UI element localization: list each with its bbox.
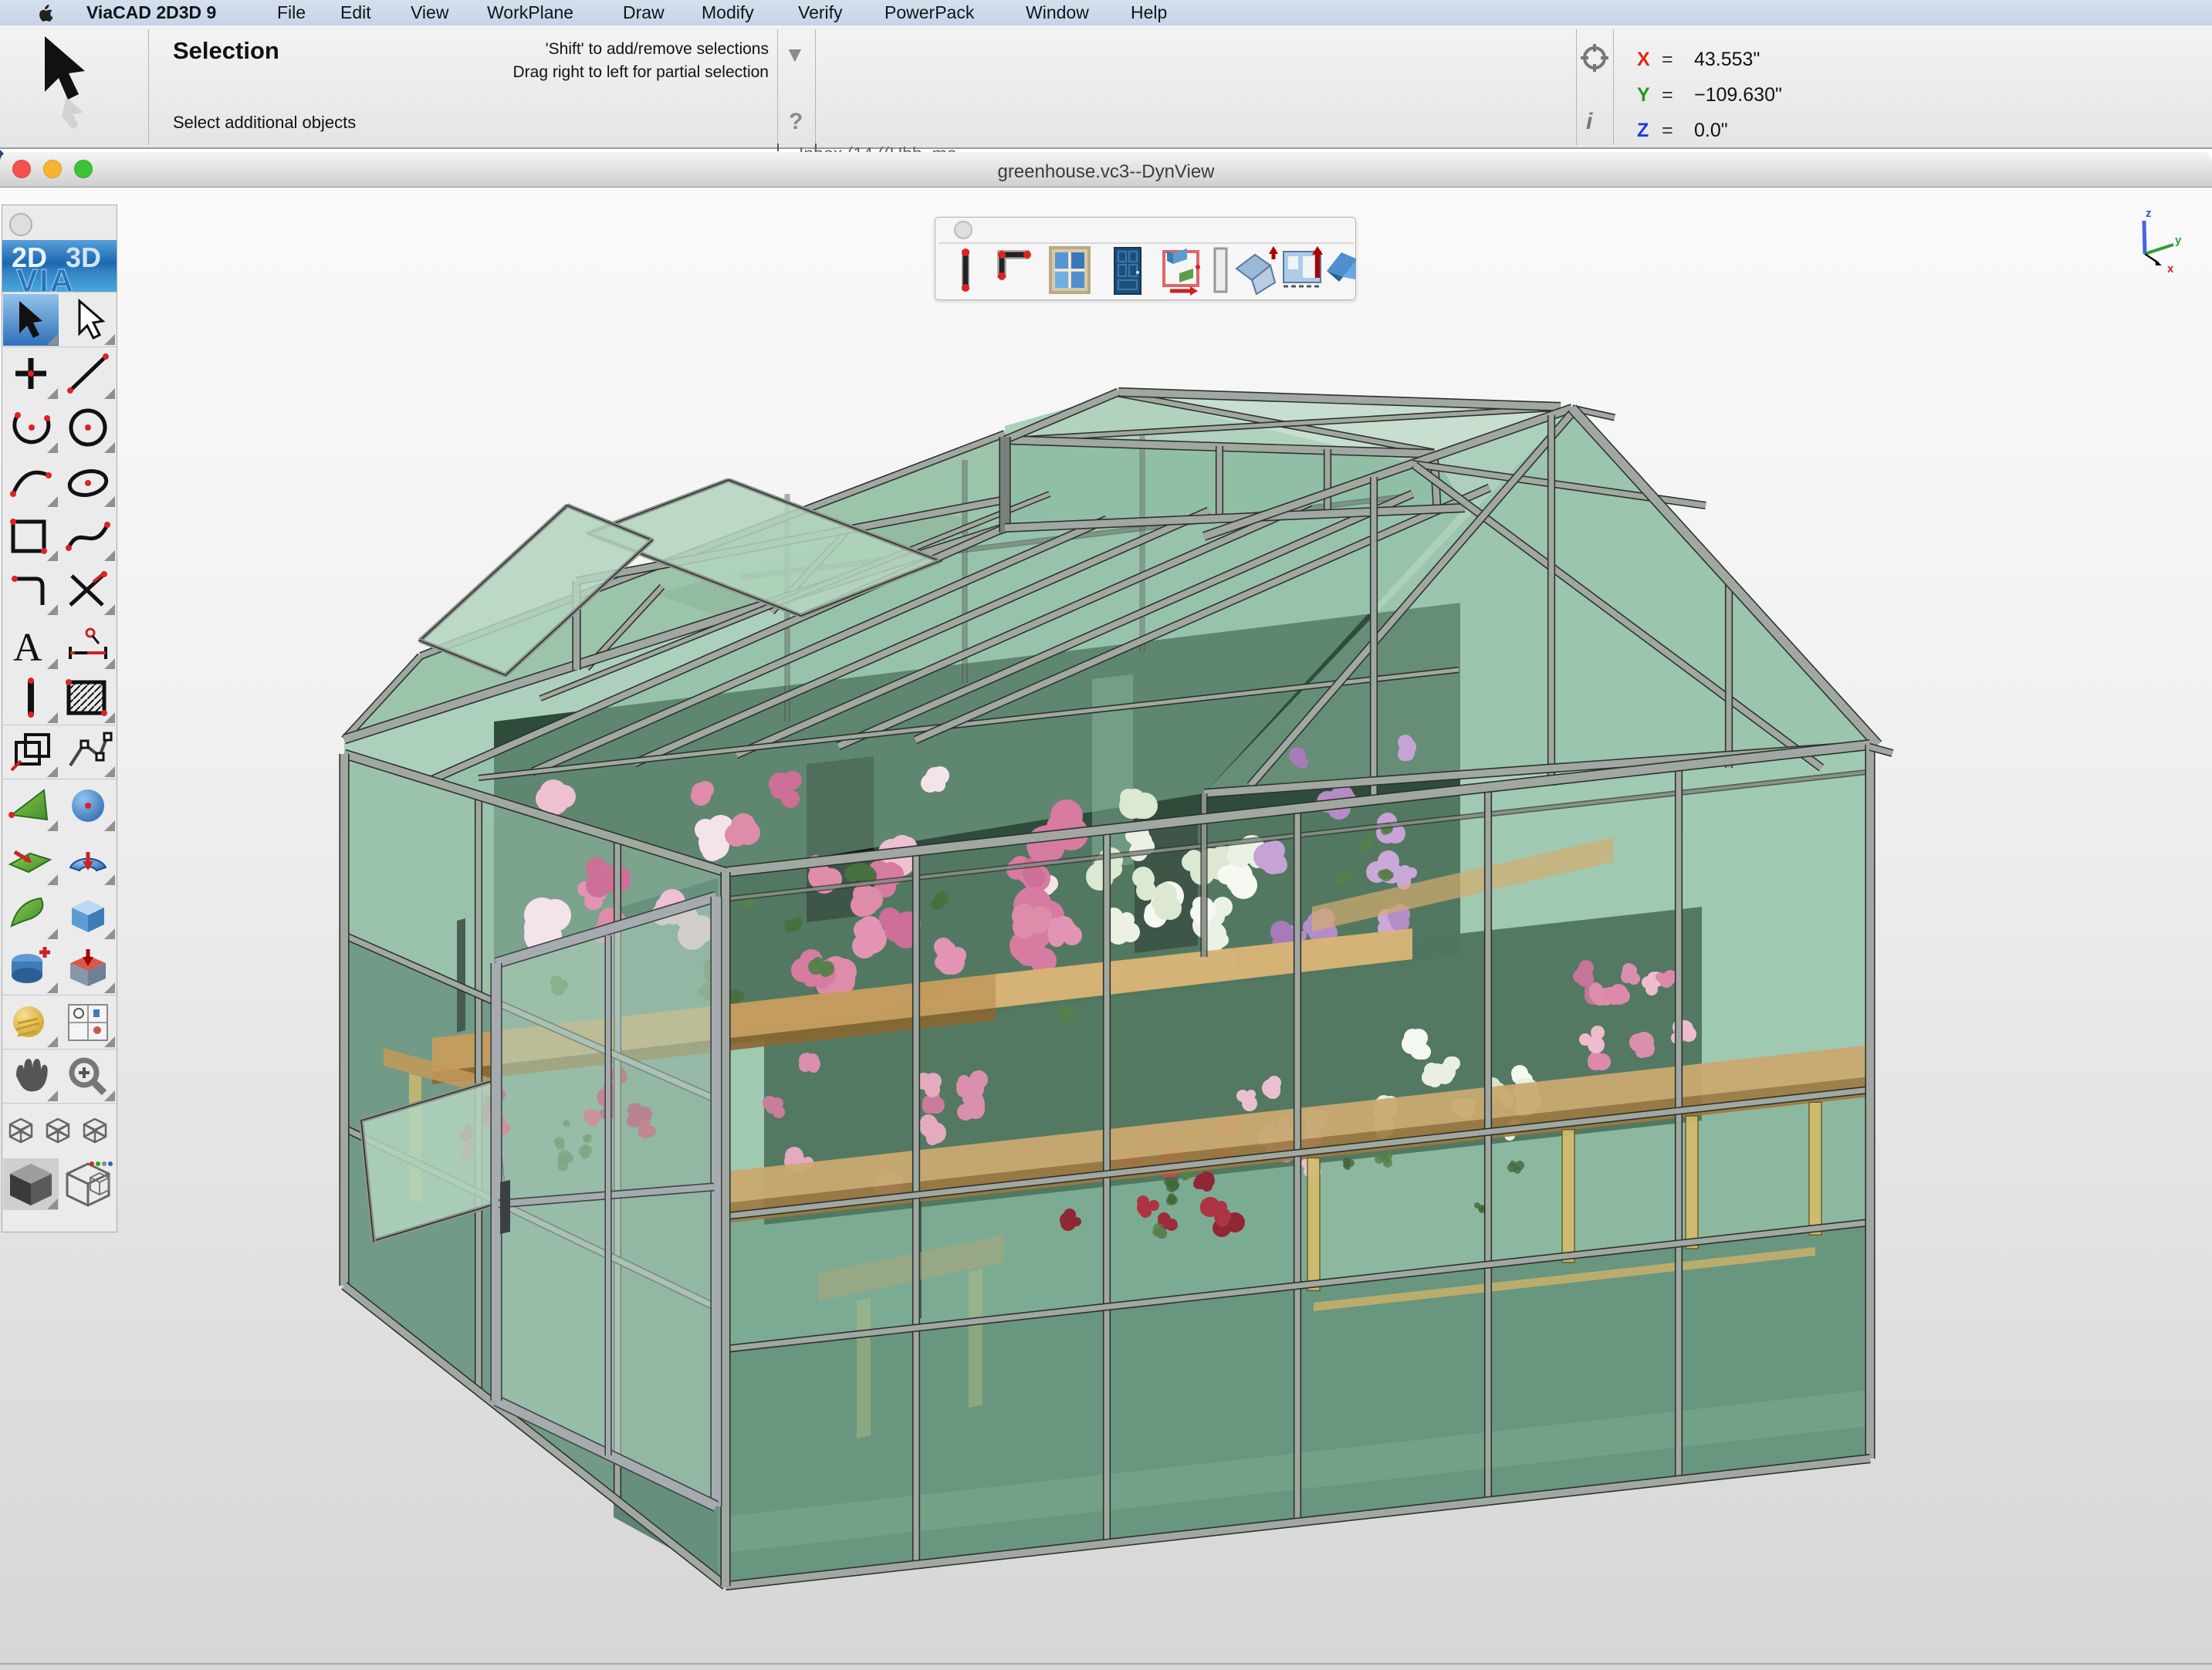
svg-text:x: x bbox=[2167, 262, 2174, 276]
svg-text:y: y bbox=[2175, 234, 2182, 247]
svg-text:VIA: VIA bbox=[16, 262, 75, 293]
svg-text:A: A bbox=[13, 626, 42, 670]
svg-text:z: z bbox=[2146, 207, 2152, 220]
